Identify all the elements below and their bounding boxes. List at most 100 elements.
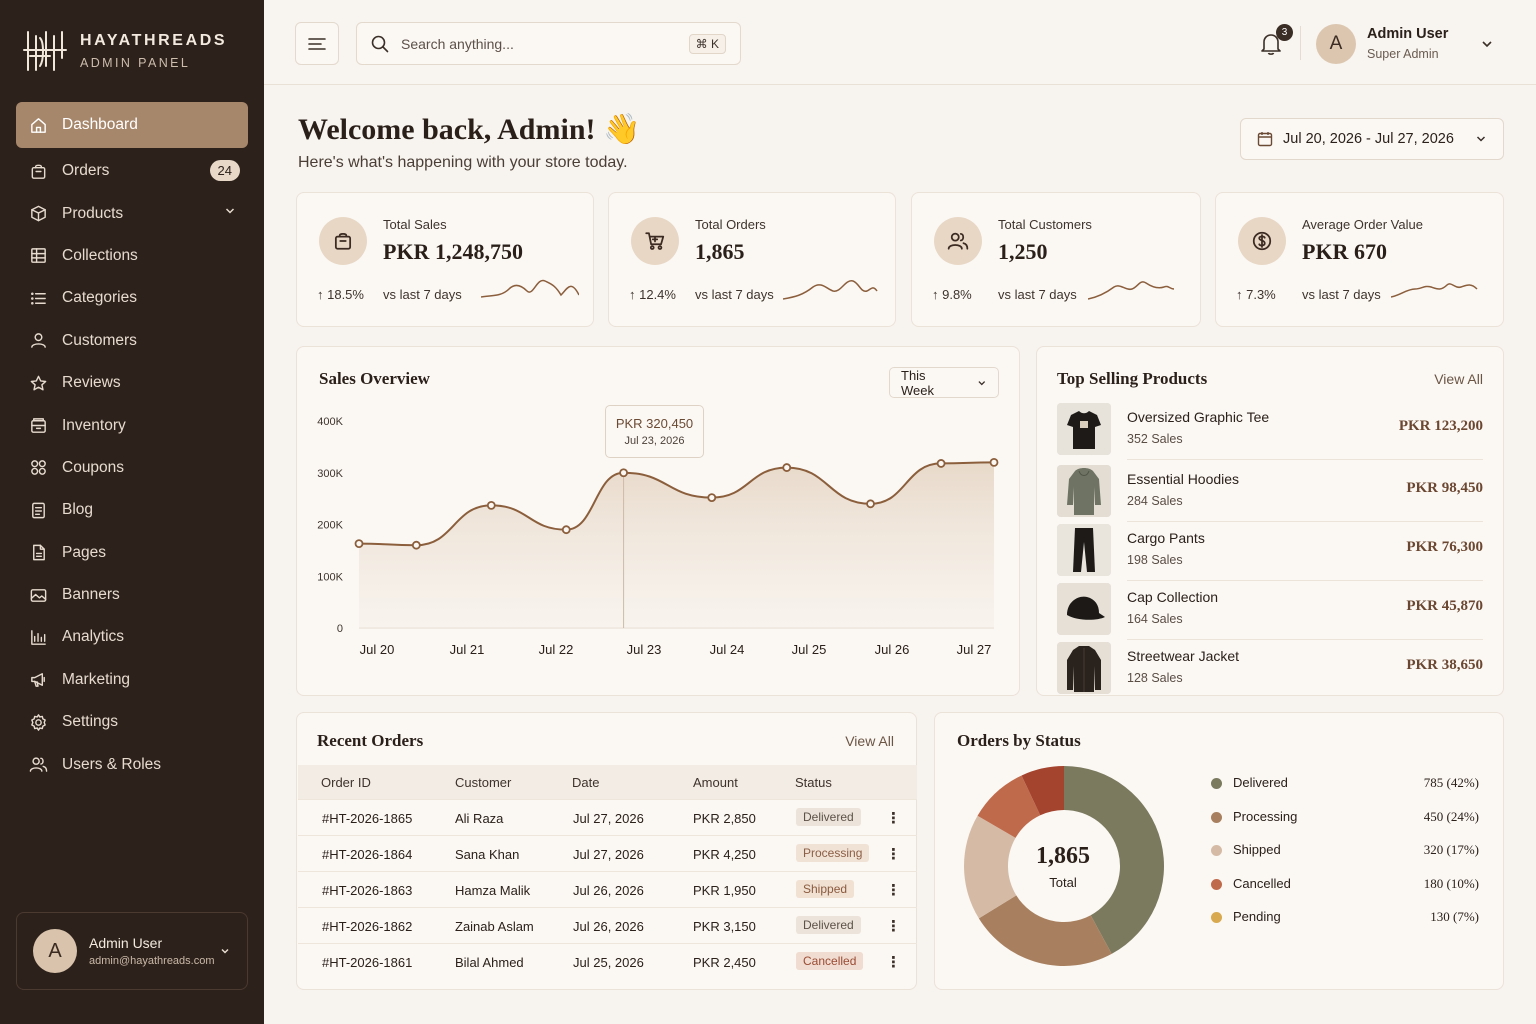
product-name: Cargo Pants [1127,530,1205,546]
order-id[interactable]: #HT-2026-1861 [322,955,412,970]
sales-chart[interactable]: 400K 300K 200K 100K 0 Jul 20 Jul 21 Jul 22 Jul 2… [297,347,1021,697]
more-actions-icon[interactable]: ⋮ [886,953,901,971]
status-badge: Delivered [796,808,861,826]
legend-value: 785 (42%) [1423,775,1479,790]
chevron-down-icon [1476,136,1486,142]
stat-card-total-sales[interactable]: Total Sales PKR 1,248,750 ↑ 18.5% vs last 7… [296,192,594,327]
stat-label: Total Orders [695,217,766,232]
data-point[interactable] [486,500,496,510]
sidebar-item-collections[interactable]: Collections [16,235,248,277]
order-id[interactable]: #HT-2026-1864 [322,847,412,862]
list-item[interactable]: Cap Collection 164 Sales PKR 45,870 [1057,583,1483,640]
table-row[interactable]: #HT-2026-1865 Ali Raza Jul 27, 2026 PKR 2,8… [298,799,917,835]
legend-item[interactable]: Pending 130 (7%) [1211,908,1479,928]
topbar-user-name[interactable]: Admin User [1367,26,1448,42]
recent-orders-card: Recent Orders View All Order ID Customer… [296,712,917,990]
column-header-amount[interactable]: Amount [693,775,738,790]
chart-tooltip: PKR 320,450 Jul 23, 2026 [605,405,704,458]
legend-item[interactable]: Processing 450 (24%) [1211,808,1479,828]
sidebar-item-blog[interactable]: Blog [16,489,248,531]
table-row[interactable]: #HT-2026-1864 Sana Khan Jul 27, 2026 PKR 4,… [298,835,917,871]
order-customer: Ali Raza [455,811,504,826]
search-input[interactable]: Search anything... ⌘ K [356,22,741,65]
sidebar-item-pages[interactable]: Pages [16,532,248,574]
product-sales: 198 Sales [1127,553,1183,567]
data-point[interactable] [989,458,999,467]
sidebar-item-label: Categories [62,289,137,307]
stat-card-average-order-value[interactable]: Average Order Value PKR 670 ↑ 7.3% vs last … [1215,192,1504,327]
sidebar-item-settings[interactable]: Settings [16,701,248,743]
more-actions-icon[interactable]: ⋮ [886,881,901,899]
sidebar-item-users-roles[interactable]: Users & Roles [16,743,248,785]
search-icon [371,35,389,52]
sidebar-item-dashboard[interactable]: Dashboard [16,102,248,148]
legend-item[interactable]: Delivered 785 (42%) [1211,774,1479,794]
doc-icon [28,500,48,520]
data-point[interactable] [936,459,946,468]
table-row[interactable]: #HT-2026-1863 Hamza Malik Jul 26, 2026 PKR … [298,871,917,907]
data-point[interactable] [561,525,571,535]
stat-card-total-customers[interactable]: Total Customers 1,250 ↑ 9.8% vs last 7 days [911,192,1201,327]
sidebar-item-reviews[interactable]: Reviews [16,362,248,404]
legend-item[interactable]: Shipped 320 (17%) [1211,841,1479,861]
divider [1127,639,1483,640]
menu-toggle-button[interactable] [295,22,339,65]
divider [1127,521,1483,522]
order-date: Jul 26, 2026 [573,919,644,934]
product-thumbnail [1057,403,1111,455]
list-item[interactable]: Essential Hoodies 284 Sales PKR 98,450 [1057,465,1483,522]
more-actions-icon[interactable]: ⋮ [886,809,901,827]
list-item[interactable]: Cargo Pants 198 Sales PKR 76,300 [1057,524,1483,581]
chevron-down-icon[interactable] [219,945,231,957]
product-sales: 128 Sales [1127,671,1183,685]
sidebar-item-products[interactable]: Products [16,192,248,234]
table-row[interactable]: #HT-2026-1861 Bilal Ahmed Jul 25, 2026 PKR … [298,943,917,979]
sidebar-item-coupons[interactable]: Coupons [16,447,248,489]
data-point[interactable] [411,540,421,550]
recent-orders-view-all-link[interactable]: View All [845,733,894,749]
tooltip-date: Jul 23, 2026 [624,435,685,447]
column-header-date[interactable]: Date [572,775,599,790]
data-point[interactable] [354,539,364,549]
brand[interactable]: HAYATHREADS ADMIN PANEL [22,30,227,72]
avatar[interactable]: A [1316,24,1356,64]
column-header-order-id[interactable]: Order ID [321,775,371,790]
data-point[interactable] [782,463,792,472]
order-customer: Bilal Ahmed [455,955,524,970]
data-point[interactable] [619,468,628,478]
chevron-down-icon[interactable] [1480,38,1494,50]
menu-icon [308,37,326,50]
data-point[interactable] [707,493,717,502]
order-id[interactable]: #HT-2026-1863 [322,883,412,898]
sales-overview-card: Sales Overview This Week 400K 300K 200K 100… [296,346,1020,696]
date-range-picker[interactable]: Jul 20, 2026 - Jul 27, 2026 [1240,118,1504,160]
sidebar-item-analytics[interactable]: Analytics [16,616,248,658]
data-point[interactable] [866,499,875,509]
chevron-down-icon[interactable] [224,205,236,217]
top-products-view-all-link[interactable]: View All [1434,371,1483,387]
sidebar-item-categories[interactable]: Categories [16,277,248,319]
sidebar-item-orders[interactable]: Orders 24 [16,150,248,192]
legend-label: Shipped [1233,842,1281,857]
more-actions-icon[interactable]: ⋮ [886,917,901,935]
stat-card-total-orders[interactable]: Total Orders 1,865 ↑ 12.4% vs last 7 days [608,192,896,327]
sidebar-item-marketing[interactable]: Marketing [16,659,248,701]
order-id[interactable]: #HT-2026-1862 [322,919,412,934]
list-item[interactable]: Streetwear Jacket 128 Sales PKR 38,650 [1057,642,1483,696]
sidebar-item-banners[interactable]: Banners [16,574,248,616]
more-actions-icon[interactable]: ⋮ [886,845,901,863]
list-item[interactable]: Oversized Graphic Tee 352 Sales PKR 123,20… [1057,403,1483,460]
donut-total: 1,865 [1036,843,1090,869]
x-tick-label: Jul 21 [450,642,485,657]
table-row[interactable]: #HT-2026-1862 Zainab Aslam Jul 26, 2026 PKR… [298,907,917,943]
column-header-customer[interactable]: Customer [455,775,511,790]
product-thumbnail [1057,583,1111,635]
sidebar-item-customers[interactable]: Customers [16,320,248,362]
sidebar-user-card[interactable]: A Admin User admin@hayathreads.com [16,912,248,990]
page-title: Welcome back, Admin! 👋 [298,113,641,146]
legend-item[interactable]: Cancelled 180 (10%) [1211,875,1479,895]
legend-value: 130 (7%) [1430,909,1479,924]
order-id[interactable]: #HT-2026-1865 [322,811,412,826]
sidebar-item-inventory[interactable]: Inventory [16,404,248,446]
column-header-status[interactable]: Status [795,775,832,790]
